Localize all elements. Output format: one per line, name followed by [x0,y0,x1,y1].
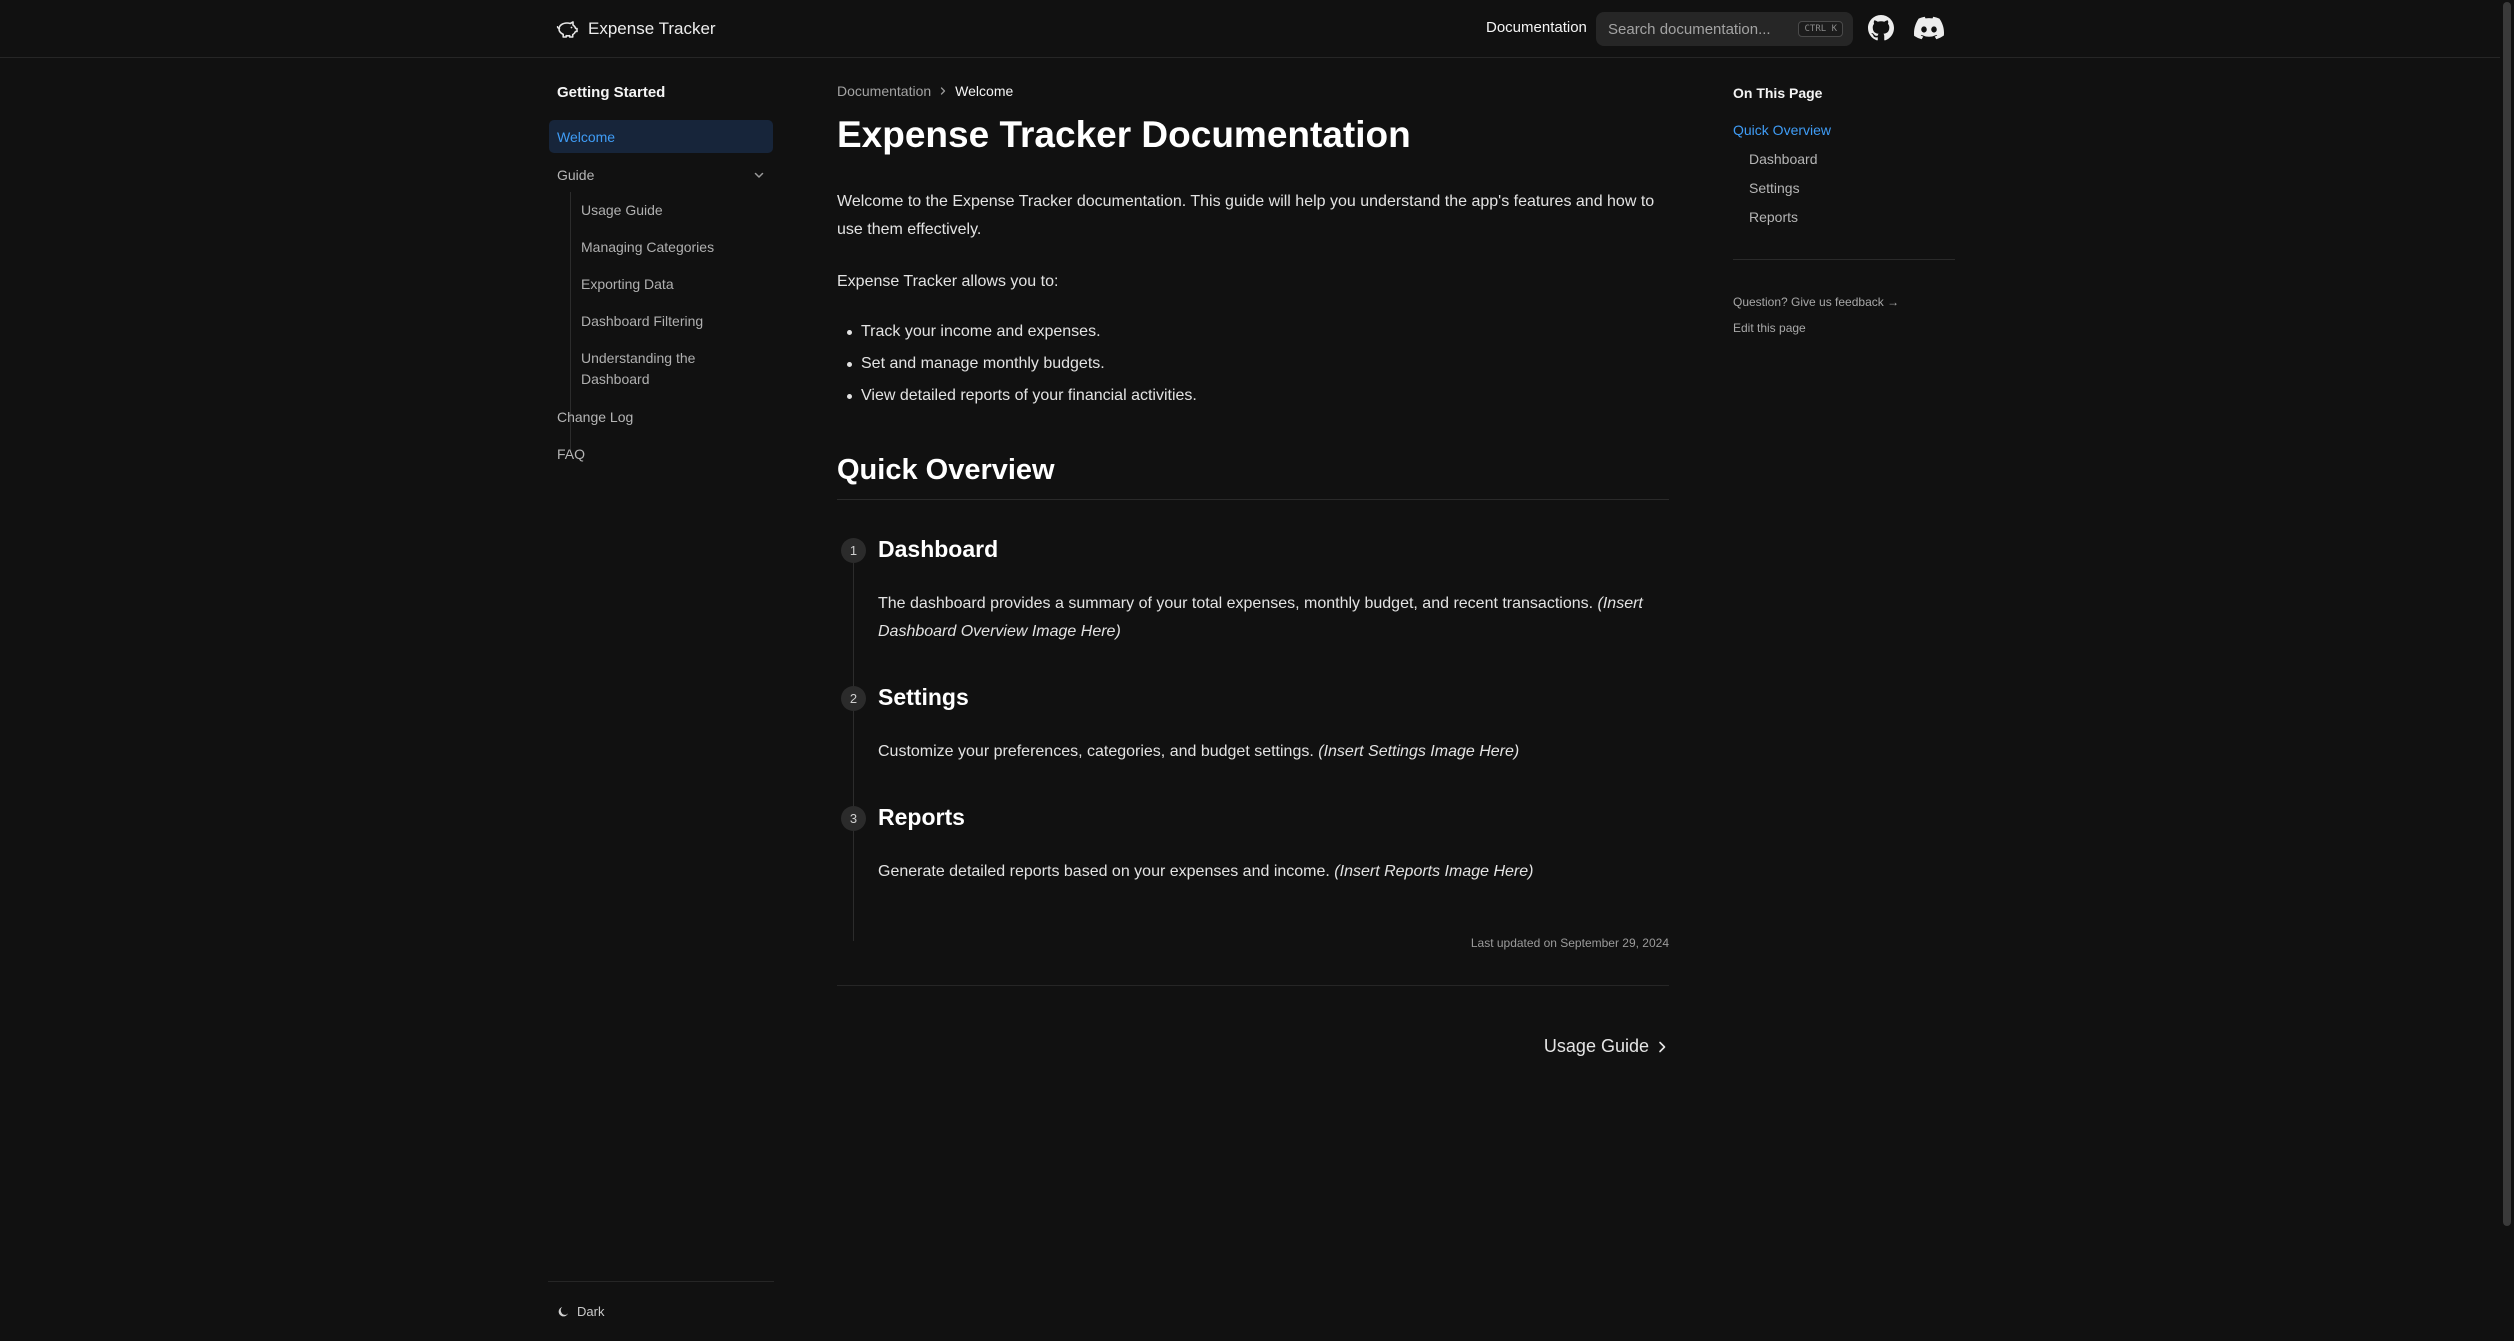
toc-item-settings[interactable]: Settings [1749,180,1800,196]
sidebar-heading: Getting Started [557,84,666,101]
step-image-note: (Insert Reports Image Here) [1334,863,1534,880]
chevron-right-icon [941,87,946,95]
sidebar-item-welcome[interactable]: Welcome [549,120,773,153]
sidebar-divider [548,1281,774,1282]
sidebar-item-managing-categories[interactable]: Managing Categories [581,237,741,258]
theme-toggle[interactable]: Dark [557,1304,604,1319]
brand-name: Expense Tracker [588,19,716,38]
step-description: Generate detailed reports based on your … [878,863,1330,880]
toc-divider [1733,259,1955,260]
edit-page-link[interactable]: Edit this page [1733,321,1806,335]
toc-item-reports[interactable]: Reports [1749,209,1798,225]
step-title-dashboard: Dashboard [878,536,999,562]
page-scrollbar[interactable] [2500,0,2514,1341]
sidebar-item-label: Guide [557,167,595,183]
section-heading-quick-overview: Quick Overview [837,454,1055,486]
feedback-link[interactable]: Question? Give us feedback → [1733,295,1899,309]
sidebar-item-change-log[interactable]: Change Log [557,409,633,425]
sidebar-item-faq[interactable]: FAQ [557,446,585,462]
step-title-reports: Reports [878,804,965,830]
step-description: Customize your preferences, categories, … [878,743,1314,760]
breadcrumb: Documentation Welcome [837,83,1013,99]
step-image-note: (Insert Settings Image Here) [1318,743,1520,760]
scrollbar-thumb[interactable] [2503,2,2511,1226]
sidebar-item-exporting-data[interactable]: Exporting Data [581,274,741,295]
toc-heading: On This Page [1733,85,1823,101]
brand-link[interactable]: Expense Tracker [556,17,716,41]
list-item: View detailed reports of your financial … [847,380,1197,412]
top-nav: Expense Tracker Documentation Search doc… [0,0,2500,58]
breadcrumb-current: Welcome [955,83,1014,99]
intro-paragraph: Welcome to the Expense Tracker documenta… [837,193,1655,238]
sidebar-item-guide[interactable]: Guide [557,165,765,185]
steps-line [853,551,854,941]
theme-label: Dark [577,1304,605,1319]
section-divider [837,499,1669,500]
toc-item-quick-overview[interactable]: Quick Overview [1733,122,1831,138]
list-item: Track your income and expenses. [847,316,1197,348]
step-number: 1 [841,538,866,563]
allows-paragraph: Expense Tracker allows you to: [837,273,1059,290]
sidebar-item-dashboard-filtering[interactable]: Dashboard Filtering [581,311,741,332]
next-page-link[interactable]: Usage Guide [1544,1036,1669,1057]
step-description: The dashboard provides a summary of your… [878,595,1594,612]
search-placeholder: Search documentation... [1608,20,1771,38]
list-item: Set and manage monthly budgets. [847,348,1197,380]
toc-item-dashboard[interactable]: Dashboard [1749,151,1818,167]
chevron-down-icon [754,172,764,178]
sidebar-item-understanding-dashboard[interactable]: Understanding the Dashboard [581,348,711,390]
last-updated: Last updated on September 29, 2024 [1470,936,1669,950]
step-number: 3 [841,806,866,831]
next-page-label: Usage Guide [1543,1036,1649,1056]
page-title: Expense Tracker Documentation [837,114,1411,155]
moon-icon [558,1306,568,1316]
footer-divider [837,985,1669,986]
chevron-right-icon [1659,1041,1666,1052]
step-text-settings: Customize your preferences, categories, … [878,738,1668,766]
search-input[interactable]: Search documentation... CTRL K [1596,12,1853,46]
nav-documentation-link[interactable]: Documentation [1486,19,1587,36]
step-number: 2 [841,686,866,711]
step-text-reports: Generate detailed reports based on your … [878,858,1668,886]
sidebar: Getting Started Welcome Guide Usage Guid… [548,58,774,1341]
sidebar-item-usage-guide[interactable]: Usage Guide [581,200,741,221]
step-title-settings: Settings [878,684,969,710]
piggy-bank-icon [556,21,578,38]
breadcrumb-documentation[interactable]: Documentation [837,83,931,99]
feature-list: Track your income and expenses. Set and … [837,316,1197,412]
step-text-dashboard: The dashboard provides a summary of your… [878,590,1668,646]
github-icon[interactable] [1868,15,1894,41]
search-shortcut-badge: CTRL K [1798,21,1843,37]
discord-icon[interactable] [1914,15,1944,41]
